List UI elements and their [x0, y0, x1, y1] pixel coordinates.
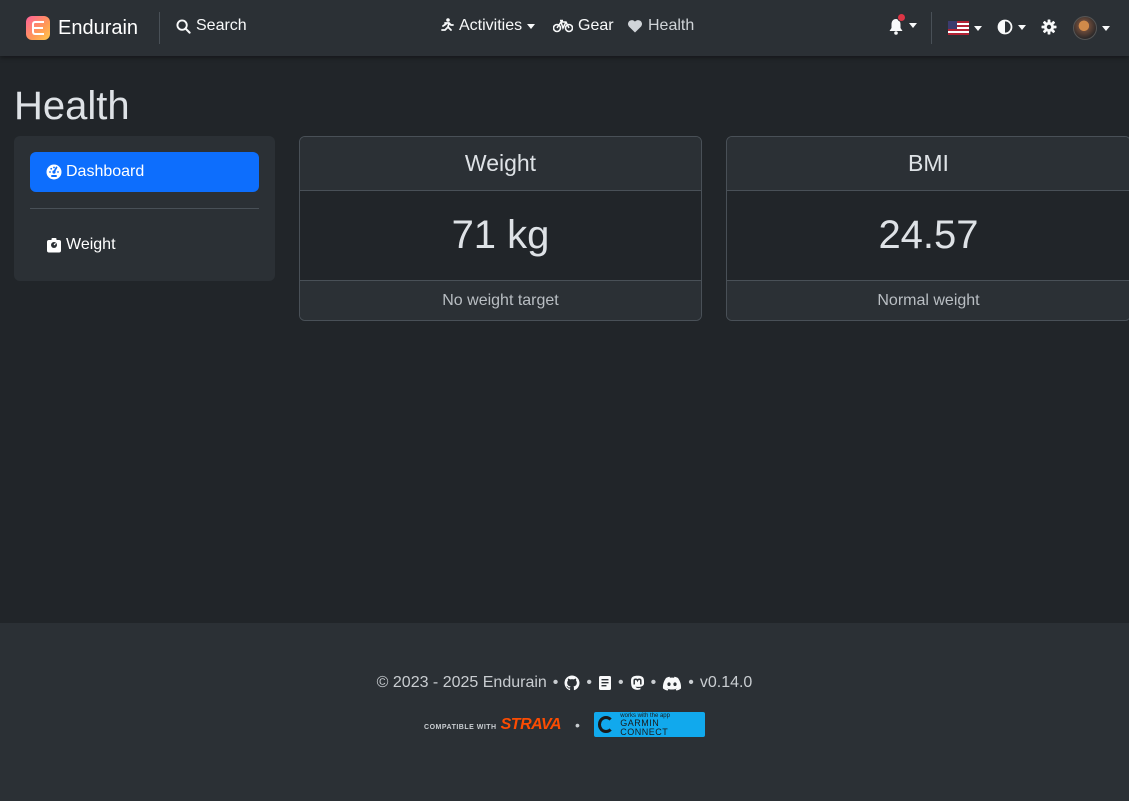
strava-prefix: COMPATIBLE WITH [424, 723, 497, 731]
weight-card-title: Weight [300, 137, 701, 191]
flag-us-icon [948, 21, 969, 35]
gauge-icon [46, 164, 62, 180]
sidebar-item-label: Weight [66, 236, 116, 253]
gear-link[interactable]: Gear [553, 17, 614, 35]
theme-dropdown[interactable] [997, 19, 1026, 35]
navbar-divider [159, 12, 160, 44]
page-footer: © 2023 - 2025 Endurain • • • • • v0.14.0… [0, 623, 1129, 801]
separator-dot: • [688, 674, 694, 691]
heart-icon [627, 20, 643, 33]
version-text: v0.14.0 [699, 674, 753, 691]
separator-dot: • [575, 716, 580, 733]
bmi-category: Normal weight [727, 280, 1129, 320]
search-icon [176, 18, 191, 34]
chevron-down-icon [1018, 24, 1026, 30]
gear-icon [1041, 19, 1057, 35]
notifications-dropdown[interactable] [888, 13, 917, 35]
top-navbar: Endurain Search Activities Gear Health [0, 0, 1129, 56]
strava-logo: STRAVA [500, 715, 562, 733]
navbar-divider [931, 12, 932, 44]
bike-icon [553, 19, 573, 33]
bmi-card-title: BMI [727, 137, 1129, 191]
bmi-value: 24.57 [878, 213, 979, 257]
activities-label: Activities [459, 17, 523, 34]
partner-badges: COMPATIBLE WITH STRAVA • works with the … [0, 712, 1129, 737]
language-dropdown[interactable] [948, 21, 982, 35]
book-icon[interactable] [598, 675, 612, 691]
running-icon [441, 18, 454, 31]
separator-dot: • [618, 674, 624, 691]
weight-value: 71 kg [451, 213, 550, 257]
chevron-down-icon [974, 25, 982, 31]
separator-dot: • [552, 674, 559, 691]
brand-name: Endurain [58, 16, 139, 39]
footer-links: © 2023 - 2025 Endurain • • • • • v0.14.0 [0, 674, 1129, 692]
page-title: Health [14, 84, 130, 128]
notification-badge [897, 13, 906, 22]
weight-card: Weight 71 kg No weight target [299, 136, 702, 321]
sidebar-item-label: Dashboard [66, 163, 145, 180]
mastodon-icon[interactable] [630, 675, 645, 691]
chevron-down-icon [527, 23, 536, 29]
search-label: Search [196, 17, 247, 34]
discord-icon[interactable] [662, 676, 682, 691]
copyright-text: © 2023 - 2025 Endurain [376, 674, 547, 691]
brand-link[interactable]: Endurain [26, 16, 138, 40]
sidebar-item-dashboard[interactable]: Dashboard [30, 152, 259, 192]
garmin-brand: GARMIN CONNECT [620, 717, 669, 737]
bmi-card: BMI 24.57 Normal weight [726, 136, 1129, 321]
avatar [1073, 16, 1097, 40]
activities-dropdown[interactable]: Activities [440, 17, 536, 35]
github-icon[interactable] [564, 675, 580, 691]
contrast-icon [997, 19, 1013, 35]
health-label: Health [648, 17, 695, 34]
settings-link[interactable] [1041, 19, 1057, 35]
sidebar-divider [30, 208, 259, 209]
sidebar-item-weight[interactable]: Weight [30, 225, 259, 265]
garmin-connect-badge[interactable]: works with the app GARMIN CONNECT [593, 712, 705, 737]
endurain-logo-icon [26, 16, 50, 40]
health-link[interactable]: Health [627, 17, 694, 35]
garmin-logo-icon [597, 716, 615, 733]
scale-icon [47, 238, 61, 253]
weight-target-status: No weight target [300, 280, 701, 320]
chevron-down-icon [909, 22, 917, 28]
separator-dot: • [586, 674, 593, 691]
chevron-down-icon [1102, 25, 1110, 31]
health-sidebar: Dashboard Weight [14, 136, 275, 281]
gear-label: Gear [578, 17, 614, 34]
search-link[interactable]: Search [176, 17, 247, 35]
strava-badge[interactable]: COMPATIBLE WITH STRAVA [424, 716, 561, 734]
user-menu-dropdown[interactable] [1073, 16, 1110, 40]
separator-dot: • [650, 674, 657, 691]
